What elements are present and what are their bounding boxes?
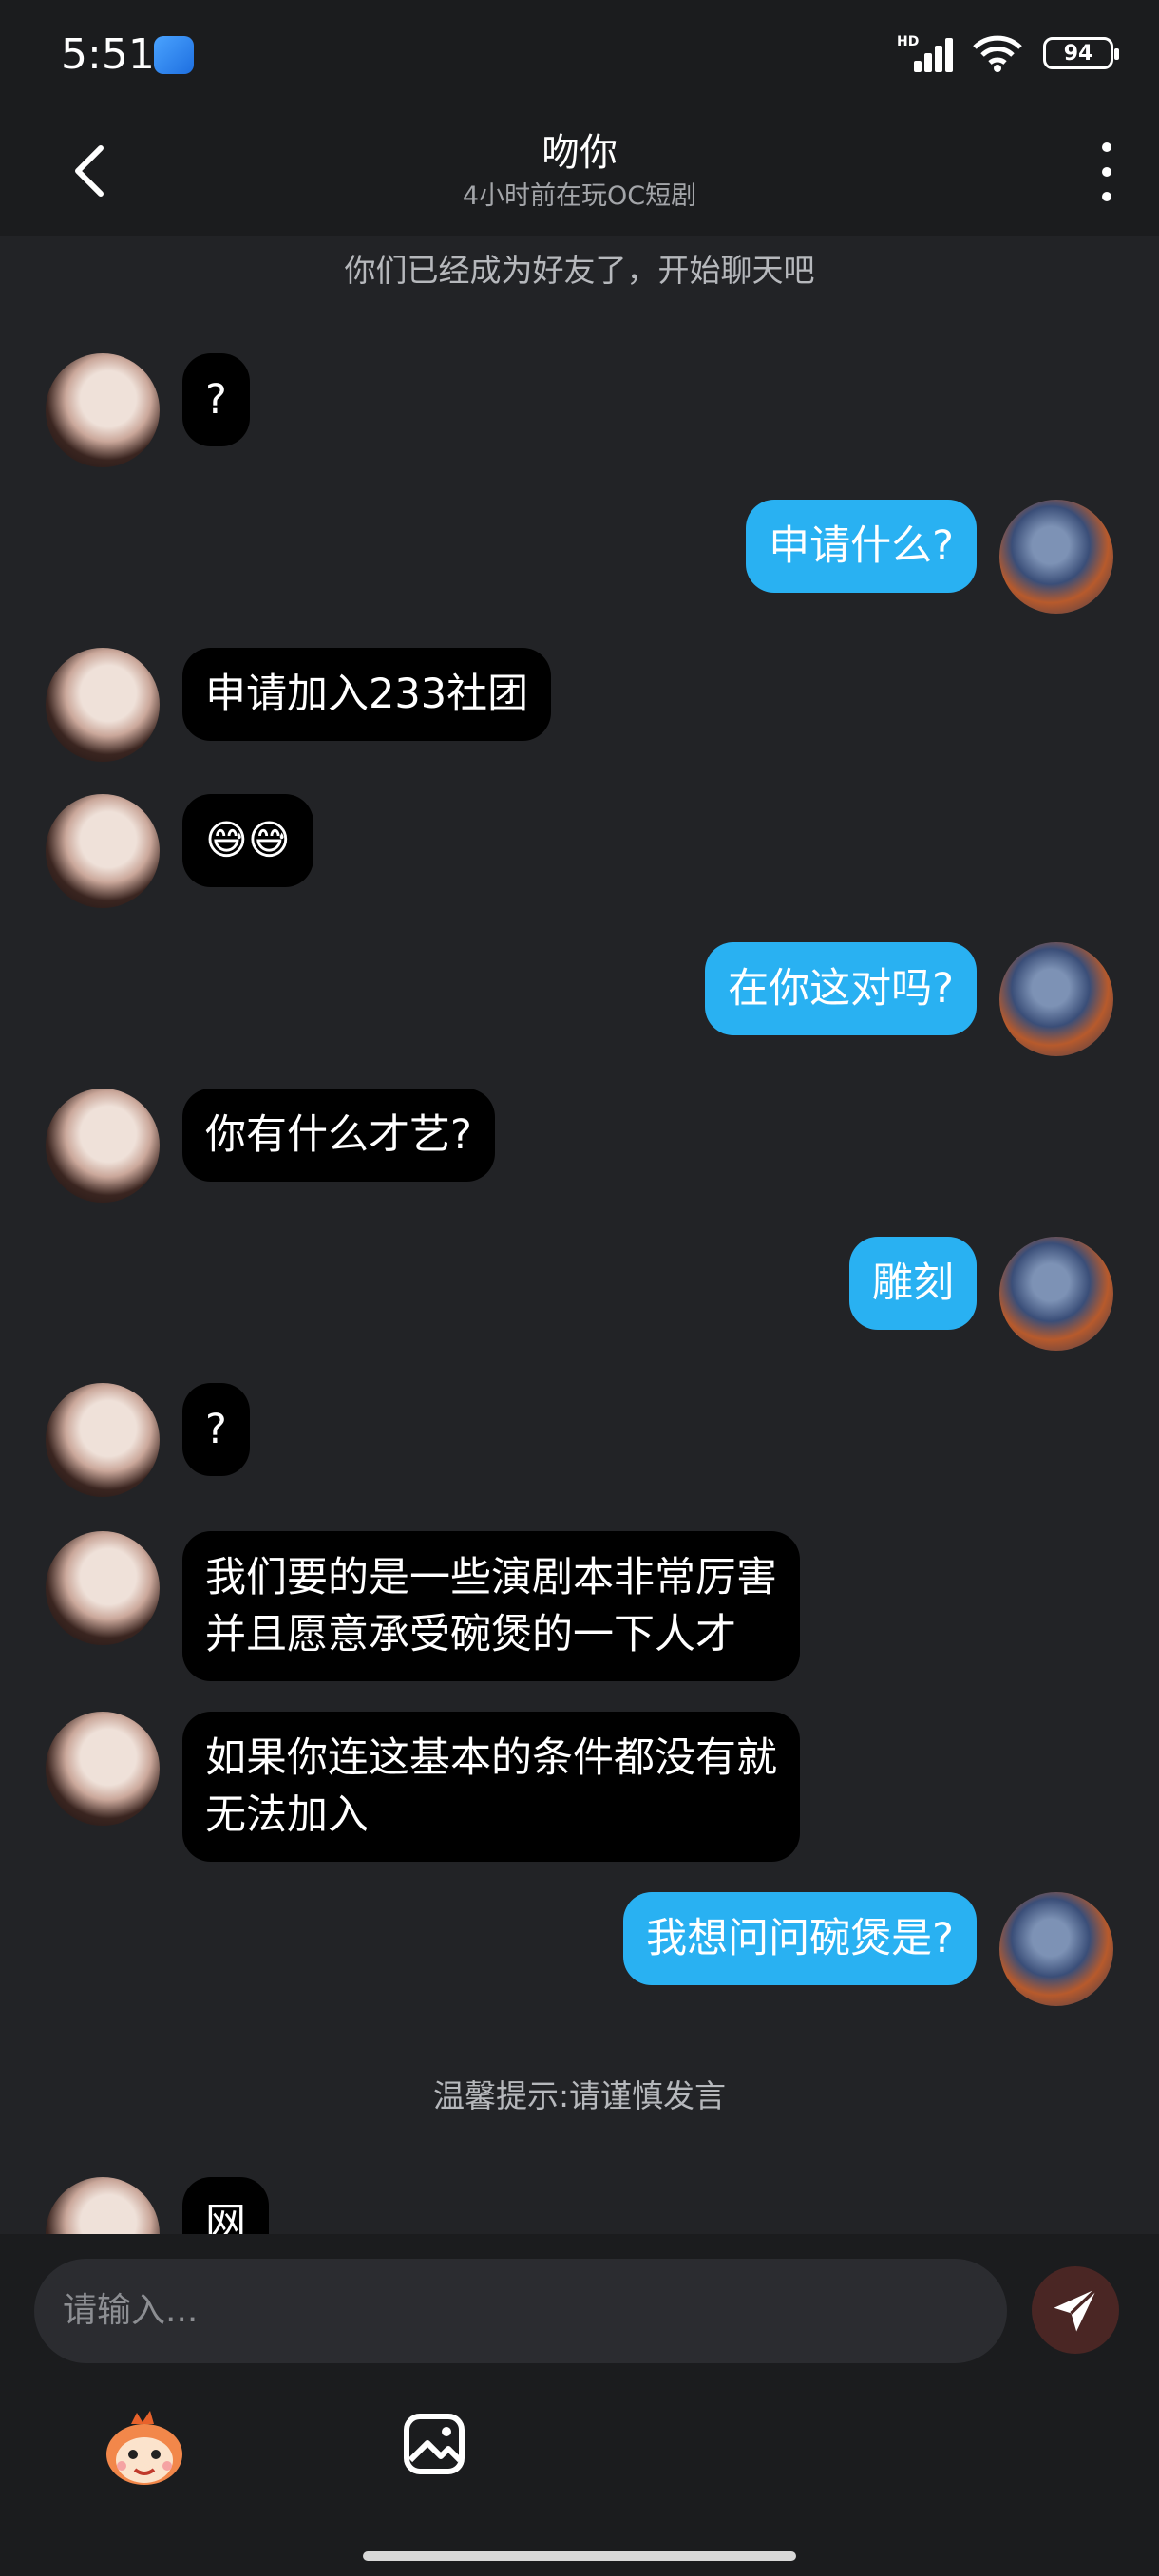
contact-avatar[interactable] [46, 1383, 160, 1497]
image-icon[interactable] [403, 2413, 466, 2475]
wifi-icon [973, 35, 1022, 72]
network-badge: HD [897, 34, 920, 49]
contact-avatar[interactable] [46, 1712, 160, 1826]
warning-notice: 温馨提示:请谨慎发言 [432, 2077, 727, 2114]
chat-title: 吻你 [542, 131, 618, 175]
contact-avatar[interactable] [46, 1531, 160, 1645]
contact-avatar[interactable] [46, 1089, 160, 1203]
status-time: 5:51 [61, 30, 155, 79]
my-avatar[interactable] [999, 500, 1113, 614]
message-bubble-outgoing[interactable]: 申请什么? [746, 500, 977, 593]
composer: 请输入... [0, 2234, 1159, 2576]
cloud-icon [154, 36, 194, 74]
message-bubble-incoming[interactable]: ? [182, 353, 250, 446]
message-input[interactable]: 请输入... [34, 2259, 1007, 2363]
message-bubble-incoming[interactable]: 😅😅 [182, 794, 314, 887]
my-avatar[interactable] [999, 1892, 1113, 2006]
contact-avatar[interactable] [46, 353, 160, 467]
signal-icon: HD [897, 34, 953, 72]
message-bubble-incoming[interactable]: 你有什么才艺? [182, 1089, 495, 1182]
send-button[interactable] [1032, 2266, 1119, 2354]
message-bubble-incoming[interactable]: ? [182, 1383, 250, 1476]
battery-indicator: 94 [1043, 37, 1119, 69]
more-vertical-icon[interactable] [1092, 142, 1121, 201]
my-avatar[interactable] [999, 942, 1113, 1056]
message-bubble-outgoing[interactable]: 在你这对吗? [705, 942, 977, 1035]
status-bar: 5:51 HD 94 [0, 0, 1159, 114]
home-indicator[interactable] [363, 2551, 796, 2561]
message-bubble-incoming[interactable]: 申请加入233社团 [182, 648, 552, 741]
paper-plane-icon [1054, 2287, 1098, 2332]
message-bubble-incoming[interactable]: 我们要的是一些演剧本非常厉害 并且愿意承受碗煲的一下人才 [182, 1531, 800, 1681]
mascot-emoji-icon[interactable] [103, 2411, 186, 2487]
contact-avatar[interactable] [46, 648, 160, 762]
message-bubble-outgoing[interactable]: 雕刻 [849, 1237, 977, 1330]
chat-subtitle: 4小时前在玩OC短剧 [462, 181, 697, 211]
message-bubble-incoming[interactable]: 如果你连这基本的条件都没有就 无法加入 [182, 1712, 800, 1862]
contact-avatar[interactable] [46, 794, 160, 908]
friend-notice: 你们已经成为好友了，开始聊天吧 [344, 252, 815, 289]
chat-header: 吻你 4小时前在玩OC短剧 [0, 114, 1159, 236]
message-bubble-outgoing[interactable]: 我想问问碗煲是? [623, 1892, 977, 1985]
my-avatar[interactable] [999, 1237, 1113, 1351]
